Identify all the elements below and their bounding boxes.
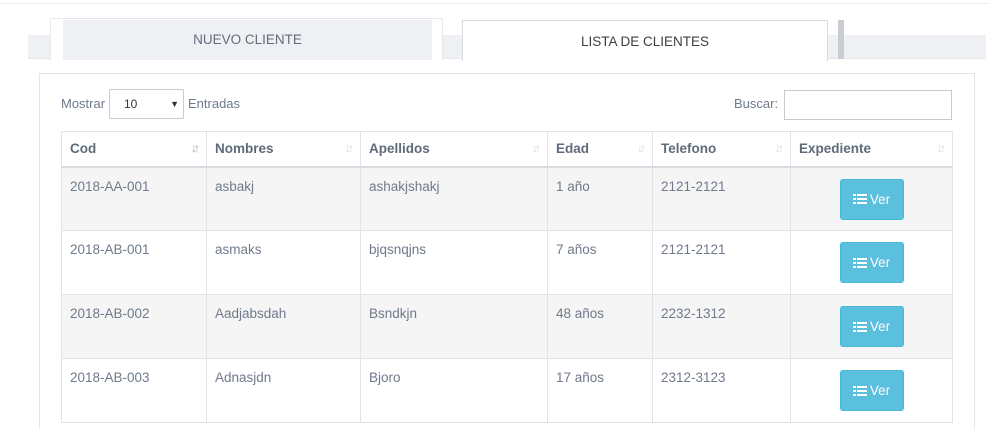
clients-table: Cod ↓↑ Nombres ↓↑ Apellidos ↓↑ Edad ↓↑ Telef… (61, 131, 953, 423)
cell-edad: 7 años (547, 230, 653, 295)
cell-edad: 17 años (547, 358, 653, 423)
cell-expediente: Ver (790, 358, 953, 423)
entries-per-page-select[interactable]: 10 ▼ (109, 89, 184, 119)
cell-expediente: Ver (790, 294, 953, 359)
dropdown-caret-icon: ▼ (170, 99, 179, 109)
ver-button-label: Ver (869, 383, 891, 398)
cell-cod: 2018-AA-001 (61, 166, 207, 231)
length-suffix-label: Entradas (188, 96, 241, 111)
cell-edad: 1 año (547, 166, 653, 231)
table-row: 2018-AB-002 Aadjabsdah Bsndkjn 48 años 2… (61, 294, 953, 359)
sort-icon: ↓↑ (532, 141, 541, 155)
cell-telefono: 2121-2121 (652, 230, 791, 295)
cell-nombres: Adnasjdn (206, 358, 361, 423)
entries-per-page-value: 10 (124, 97, 138, 111)
cell-nombres: Aadjabsdah (206, 294, 361, 359)
sort-icon: ↓↑ (637, 141, 646, 155)
column-header-telefono[interactable]: Telefono ↓↑ (652, 131, 791, 168)
list-icon (852, 257, 867, 268)
ver-button[interactable]: Ver (839, 242, 904, 283)
sort-icon: ↓↑ (345, 141, 354, 155)
sort-icon: ↓↑ (775, 141, 784, 155)
cell-apellidos: bjqsnqjns (360, 230, 548, 295)
table-row: 2018-AA-001 asbakj ashakjshakj 1 año 212… (61, 166, 953, 231)
cell-apellidos: Bsndkjn (360, 294, 548, 359)
ver-button[interactable]: Ver (839, 370, 904, 411)
tab-nuevo-cliente[interactable]: NUEVO CLIENTE (50, 18, 443, 60)
table-row: 2018-AB-003 Adnasjdn Bjoro 17 años 2312-… (61, 358, 953, 423)
cell-expediente: Ver (790, 230, 953, 295)
list-icon (852, 385, 867, 396)
tab-divider (838, 20, 844, 59)
cell-cod: 2018-AB-001 (61, 230, 207, 295)
list-icon (852, 321, 867, 332)
ver-button-label: Ver (869, 319, 891, 334)
search-label: Buscar: (734, 96, 779, 111)
cell-apellidos: ashakjshakj (360, 166, 548, 231)
cell-telefono: 2312-3123 (652, 358, 791, 423)
search-input[interactable] (784, 90, 952, 120)
cell-nombres: asbakj (206, 166, 361, 231)
column-header-apellidos[interactable]: Apellidos ↓↑ (360, 131, 548, 168)
cell-telefono: 2232-1312 (652, 294, 791, 359)
ver-button-label: Ver (869, 255, 891, 270)
tab-lista-de-clientes[interactable]: LISTA DE CLIENTES (462, 20, 828, 61)
top-border (0, 3, 989, 4)
list-icon (852, 194, 867, 204)
tab-nuevo-cliente-label: NUEVO CLIENTE (193, 31, 302, 47)
tab-lista-de-clientes-label: LISTA DE CLIENTES (580, 33, 710, 49)
cell-apellidos: Bjoro (360, 358, 548, 423)
cell-nombres: asmaks (206, 230, 361, 295)
column-header-expediente[interactable]: Expediente ↓↑ (790, 131, 953, 168)
cell-cod: 2018-AB-002 (61, 294, 207, 359)
sort-icon: ↓↑ (937, 141, 946, 155)
cell-telefono: 2121-2121 (652, 166, 791, 231)
column-header-edad[interactable]: Edad ↓↑ (547, 131, 653, 168)
sort-asc-icon: ↓↑ (191, 141, 200, 155)
cell-expediente: Ver (790, 166, 953, 231)
column-header-nombres[interactable]: Nombres ↓↑ (206, 131, 361, 168)
ver-button-label: Ver (869, 191, 891, 207)
ver-button[interactable]: Ver (839, 178, 904, 220)
cell-cod: 2018-AB-003 (61, 358, 207, 423)
cell-edad: 48 años (547, 294, 653, 359)
table-header-row: Cod ↓↑ Nombres ↓↑ Apellidos ↓↑ Edad ↓↑ Telef… (61, 131, 953, 168)
table-row: 2018-AB-001 asmaks bjqsnqjns 7 años 2121… (61, 230, 953, 295)
ver-button[interactable]: Ver (839, 306, 904, 347)
column-header-cod[interactable]: Cod ↓↑ (61, 131, 207, 168)
length-prefix-label: Mostrar (61, 96, 106, 111)
